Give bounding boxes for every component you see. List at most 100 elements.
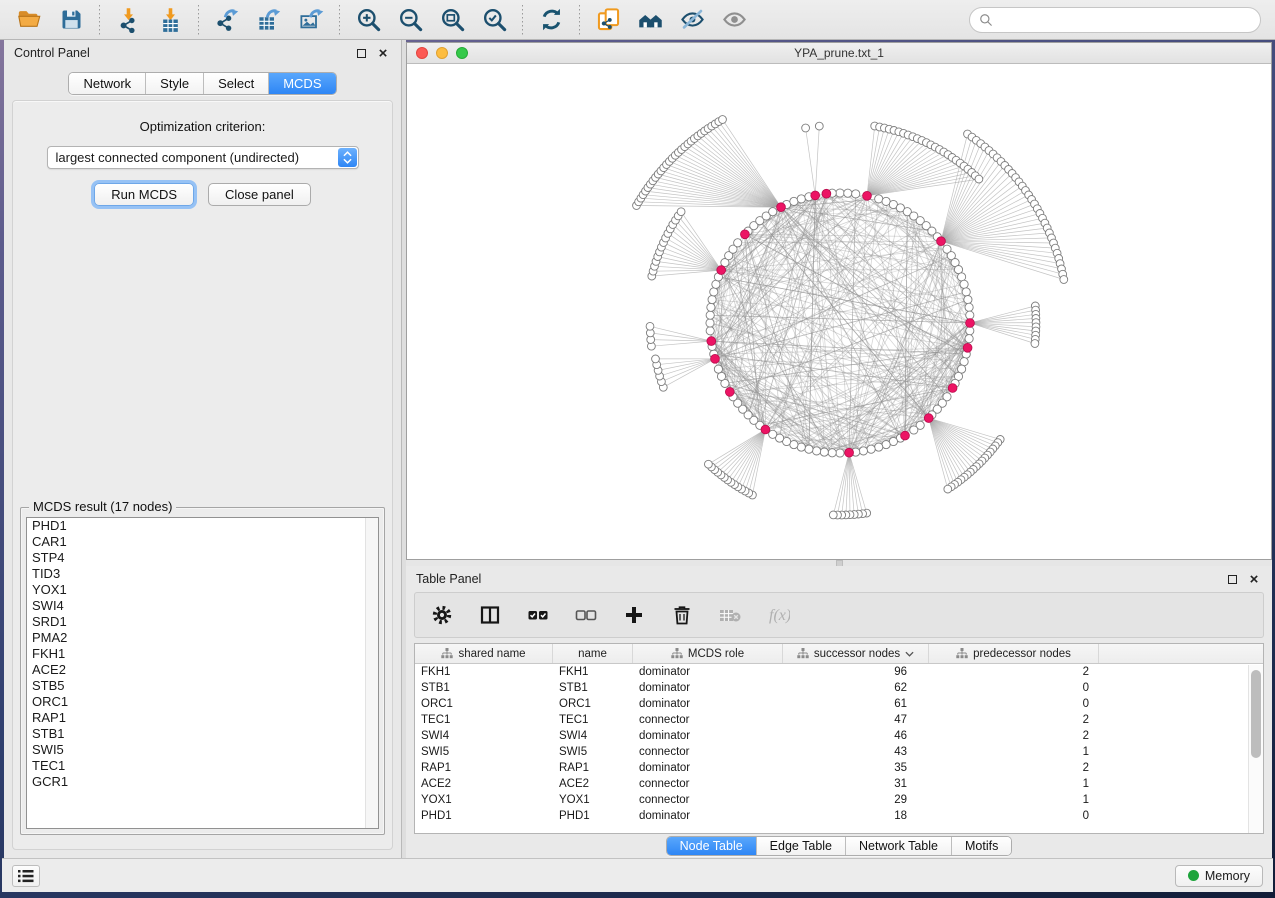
cell-shared_name[interactable]: YOX1	[415, 794, 553, 806]
cell-predecessor_nodes[interactable]: 1	[929, 778, 1099, 790]
cell-successor_nodes[interactable]: 47	[783, 714, 929, 726]
cell-successor_nodes[interactable]: 18	[783, 810, 929, 822]
column-header-shared_name[interactable]: shared name	[415, 644, 553, 663]
cell-shared_name[interactable]: RAP1	[415, 762, 553, 774]
cell-shared_name[interactable]: FKH1	[415, 666, 553, 678]
table-row[interactable]: YOX1YOX1connector291	[415, 792, 1263, 808]
mcds-result-item[interactable]: STB1	[27, 726, 378, 742]
cell-name[interactable]: TEC1	[553, 714, 633, 726]
export-image-button[interactable]	[290, 3, 332, 37]
table-row[interactable]: STB1STB1dominator620	[415, 680, 1263, 696]
columns-button[interactable]	[477, 602, 503, 628]
cell-shared_name[interactable]: SWI4	[415, 730, 553, 742]
cell-shared_name[interactable]: ORC1	[415, 698, 553, 710]
cell-shared_name[interactable]: PHD1	[415, 810, 553, 822]
cell-shared_name[interactable]: SWI5	[415, 746, 553, 758]
column-header-successor_nodes[interactable]: successor nodes	[783, 644, 929, 663]
cell-mcds_role[interactable]: dominator	[633, 730, 783, 742]
column-header-name[interactable]: name	[553, 644, 633, 663]
refresh-button[interactable]	[530, 3, 572, 37]
cell-name[interactable]: YOX1	[553, 794, 633, 806]
cell-name[interactable]: SWI5	[553, 746, 633, 758]
mcds-result-item[interactable]: PMA2	[27, 630, 378, 646]
task-history-button[interactable]	[12, 865, 40, 887]
search-input[interactable]	[999, 13, 1251, 27]
mcds-result-item[interactable]: TEC1	[27, 758, 378, 774]
mcds-result-item[interactable]: SRD1	[27, 614, 378, 630]
mcds-result-list[interactable]: PHD1CAR1STP4TID3YOX1SWI4SRD1PMA2FKH1ACE2…	[26, 517, 379, 829]
tab-node-table[interactable]: Node Table	[667, 837, 757, 855]
select-all-button[interactable]	[525, 602, 551, 628]
tab-motifs[interactable]: Motifs	[952, 837, 1011, 855]
tab-network-table[interactable]: Network Table	[846, 837, 952, 855]
memory-button[interactable]: Memory	[1175, 865, 1263, 887]
column-header-mcds_role[interactable]: MCDS role	[633, 644, 783, 663]
close-table-panel-button[interactable]: ×	[1246, 571, 1262, 587]
cell-mcds_role[interactable]: dominator	[633, 698, 783, 710]
cell-name[interactable]: RAP1	[553, 762, 633, 774]
zoom-selected-button[interactable]	[473, 3, 515, 37]
clone-network-button[interactable]	[587, 3, 629, 37]
zoom-in-button[interactable]	[347, 3, 389, 37]
mcds-result-item[interactable]: GCR1	[27, 774, 378, 790]
mcds-result-item[interactable]: YOX1	[27, 582, 378, 598]
tab-mcds[interactable]: MCDS	[269, 73, 335, 94]
cell-mcds_role[interactable]: connector	[633, 746, 783, 758]
gear-button[interactable]	[429, 602, 455, 628]
mcds-result-item[interactable]: STB5	[27, 678, 378, 694]
export-table-button[interactable]	[248, 3, 290, 37]
cell-predecessor_nodes[interactable]: 1	[929, 746, 1099, 758]
table-row[interactable]: TEC1TEC1connector472	[415, 712, 1263, 728]
float-panel-button[interactable]	[353, 45, 369, 61]
cell-name[interactable]: STB1	[553, 682, 633, 694]
cell-shared_name[interactable]: ACE2	[415, 778, 553, 790]
mcds-result-item[interactable]: ACE2	[27, 662, 378, 678]
tab-select[interactable]: Select	[204, 73, 269, 94]
network-window-titlebar[interactable]: YPA_prune.txt_1	[407, 43, 1271, 64]
table-scrollbar-thumb[interactable]	[1251, 670, 1261, 758]
mcds-result-item[interactable]: ORC1	[27, 694, 378, 710]
mcds-result-item[interactable]: SWI5	[27, 742, 378, 758]
search-field[interactable]	[969, 7, 1261, 33]
cell-successor_nodes[interactable]: 31	[783, 778, 929, 790]
mcds-result-item[interactable]: SWI4	[27, 598, 378, 614]
close-panel-button[interactable]: ×	[375, 45, 391, 61]
close-panel-button-mcds[interactable]: Close panel	[208, 183, 311, 206]
mcds-result-item[interactable]: FKH1	[27, 646, 378, 662]
table-row[interactable]: SWI5SWI5connector431	[415, 744, 1263, 760]
cell-shared_name[interactable]: STB1	[415, 682, 553, 694]
window-close-icon[interactable]	[416, 47, 428, 59]
cell-predecessor_nodes[interactable]: 0	[929, 810, 1099, 822]
cell-predecessor_nodes[interactable]: 0	[929, 698, 1099, 710]
mcds-result-item[interactable]: STP4	[27, 550, 378, 566]
import-network-button[interactable]	[107, 3, 149, 37]
tab-edge-table[interactable]: Edge Table	[757, 837, 846, 855]
cell-successor_nodes[interactable]: 43	[783, 746, 929, 758]
mcds-list-scrollbar[interactable]	[365, 518, 378, 828]
float-table-panel-button[interactable]	[1224, 571, 1240, 587]
mcds-result-item[interactable]: CAR1	[27, 534, 378, 550]
mcds-result-item[interactable]: TID3	[27, 566, 378, 582]
table-row[interactable]: ORC1ORC1dominator610	[415, 696, 1263, 712]
cell-predecessor_nodes[interactable]: 2	[929, 730, 1099, 742]
optimization-criterion-select[interactable]: largest connected component (undirected)	[47, 146, 359, 169]
cell-mcds_role[interactable]: dominator	[633, 810, 783, 822]
mcds-result-item[interactable]: PHD1	[27, 518, 378, 534]
table-row[interactable]: ACE2ACE2connector311	[415, 776, 1263, 792]
table-row[interactable]: RAP1RAP1dominator352	[415, 760, 1263, 776]
delete-column-button[interactable]	[669, 602, 695, 628]
cell-predecessor_nodes[interactable]: 2	[929, 714, 1099, 726]
window-maximize-icon[interactable]	[456, 47, 468, 59]
cell-name[interactable]: FKH1	[553, 666, 633, 678]
first-neighbors-button[interactable]	[629, 3, 671, 37]
cell-name[interactable]: ACE2	[553, 778, 633, 790]
run-mcds-button[interactable]: Run MCDS	[94, 183, 194, 206]
cell-successor_nodes[interactable]: 61	[783, 698, 929, 710]
cell-predecessor_nodes[interactable]: 0	[929, 682, 1099, 694]
add-column-button[interactable]	[621, 602, 647, 628]
open-file-button[interactable]	[8, 3, 50, 37]
zoom-fit-button[interactable]	[431, 3, 473, 37]
mcds-result-item[interactable]: RAP1	[27, 710, 378, 726]
window-minimize-icon[interactable]	[436, 47, 448, 59]
cell-mcds_role[interactable]: connector	[633, 794, 783, 806]
